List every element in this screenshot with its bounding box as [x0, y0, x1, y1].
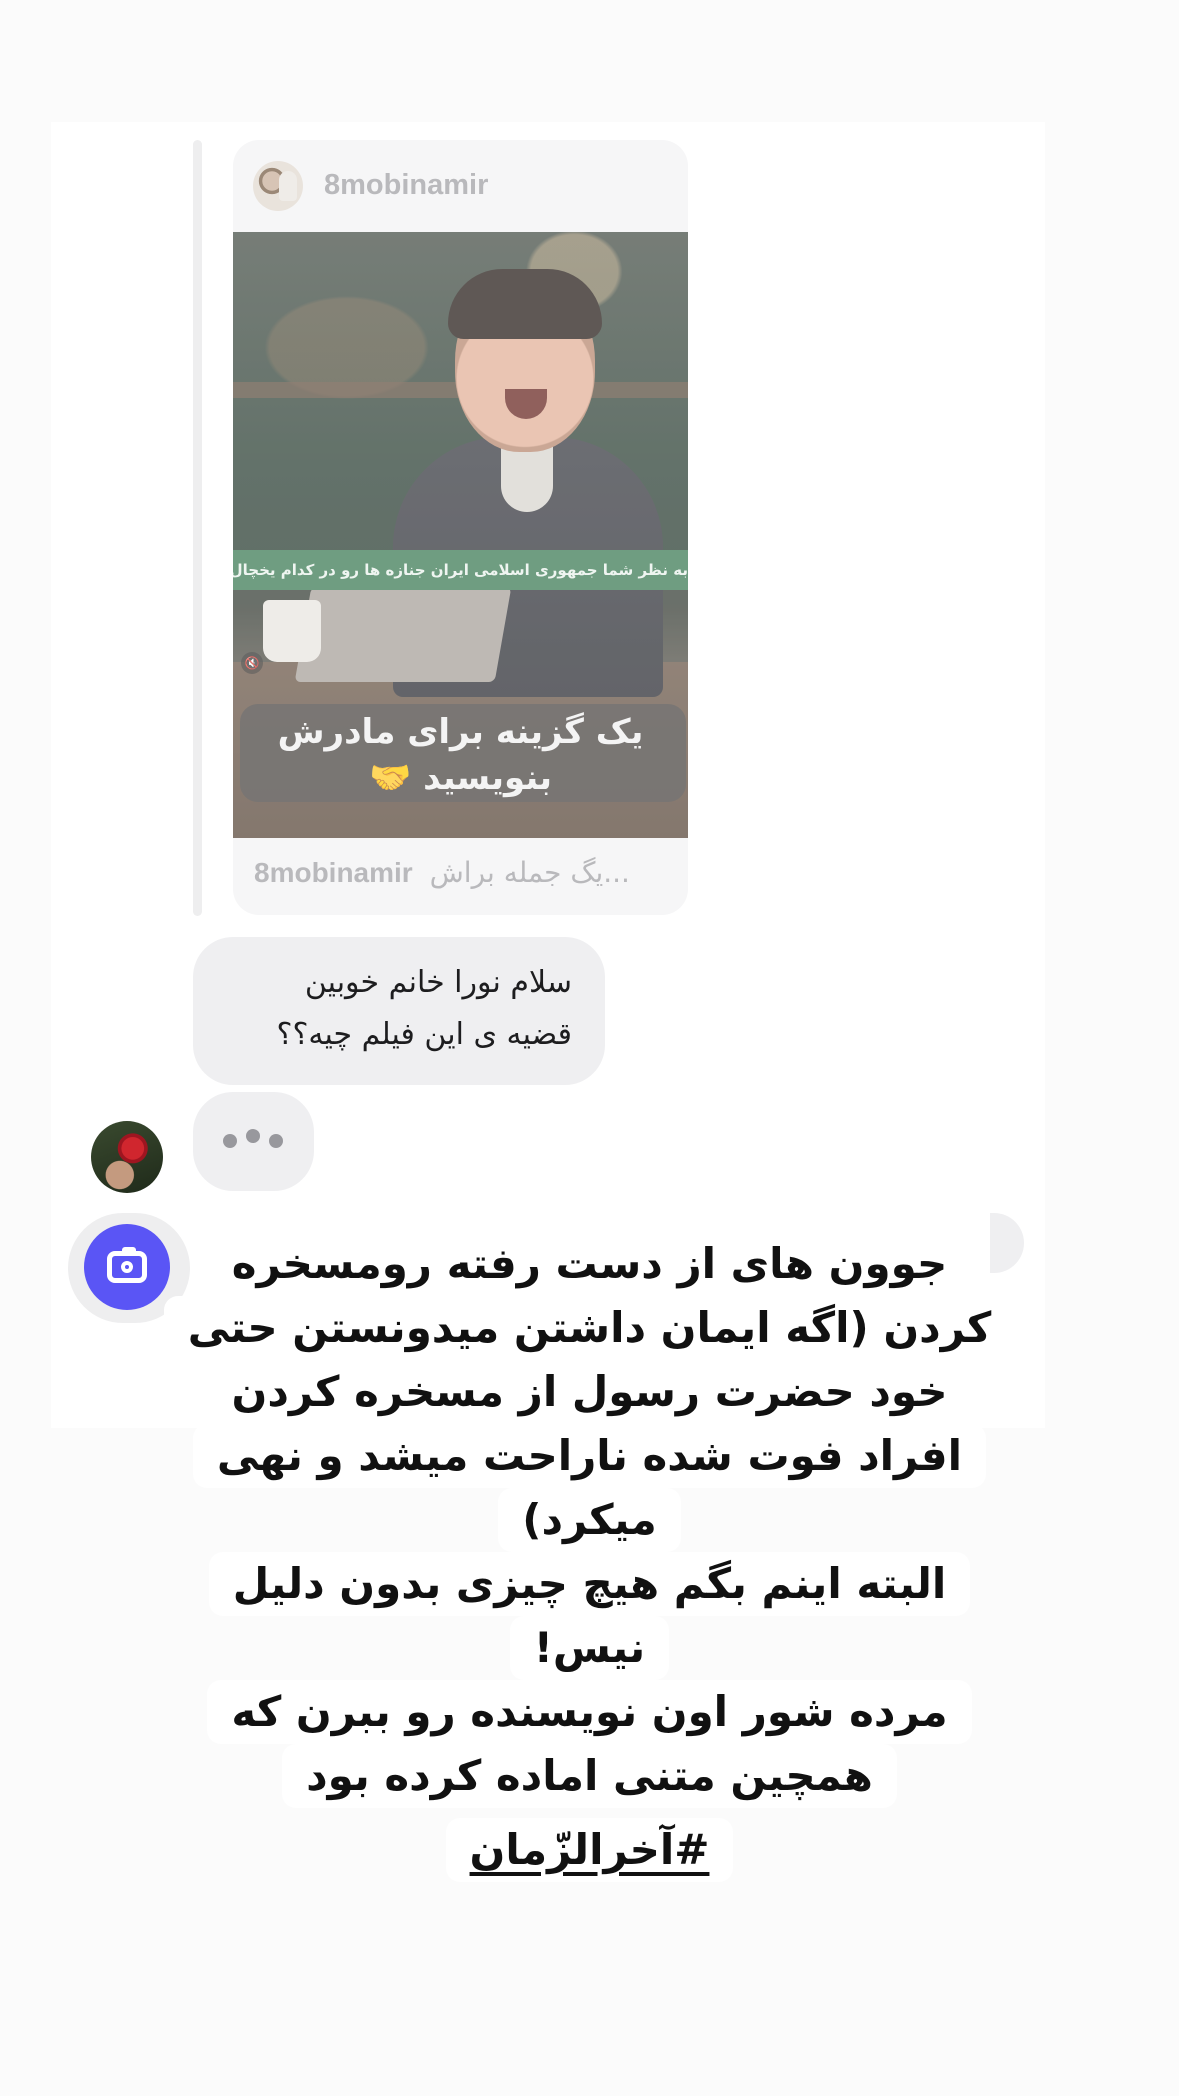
post-author-avatar [253, 161, 303, 211]
story-line: کردن (اگه ایمان داشتن میدونستن حتی [0, 1296, 1179, 1360]
story-line: خود حضرت رسول از مسخره کردن [0, 1360, 1179, 1424]
story-line: نیس! [0, 1616, 1179, 1680]
sender-avatar[interactable] [91, 1121, 163, 1193]
post-footer-text: یگ جمله براش... [429, 856, 630, 889]
reply-indicator-bar [193, 140, 202, 916]
story-line: همچین متنی اماده کرده بود [0, 1744, 1179, 1808]
post-video-thumbnail[interactable]: به نظر شما جمهوری اسلامی ایران جنازه ها … [233, 232, 688, 838]
story-line: البته اینم بگم هیچ چیزی بدون دلیل [0, 1552, 1179, 1616]
story-hashtag[interactable]: #آخرالزّمان [0, 1818, 1179, 1882]
typing-indicator [193, 1092, 314, 1191]
message-line-1: سلام نورا خانم خوبین [304, 965, 572, 1000]
post-footer-username: 8mobinamir [254, 857, 413, 888]
typing-dot [246, 1129, 260, 1143]
shared-post-card[interactable]: 8mobinamir به نظر شما جمهوری اسلامی ایرا… [233, 140, 688, 915]
message-line-2: قضیه ی این فیلم چیه؟؟ [276, 1017, 572, 1052]
post-footer: 8mobinamir یگ جمله براش... [254, 853, 668, 893]
typing-dot [269, 1134, 283, 1148]
post-author-username: 8mobinamir [324, 169, 489, 201]
story-line: جوون های از دست رفته رومسخره [0, 1232, 1179, 1296]
message-bubble[interactable]: سلام نورا خانم خوبین قضیه ی این فیلم چیه… [193, 937, 605, 1085]
video-dim-overlay [233, 232, 688, 838]
story-line: میکرد) [0, 1488, 1179, 1552]
story-line: افراد فوت شده ناراحت میشد و نهی [0, 1424, 1179, 1488]
story-line: مرده شور اون نویسنده رو ببرن که [0, 1680, 1179, 1744]
post-header: 8mobinamir [233, 140, 688, 232]
typing-dot [223, 1134, 237, 1148]
